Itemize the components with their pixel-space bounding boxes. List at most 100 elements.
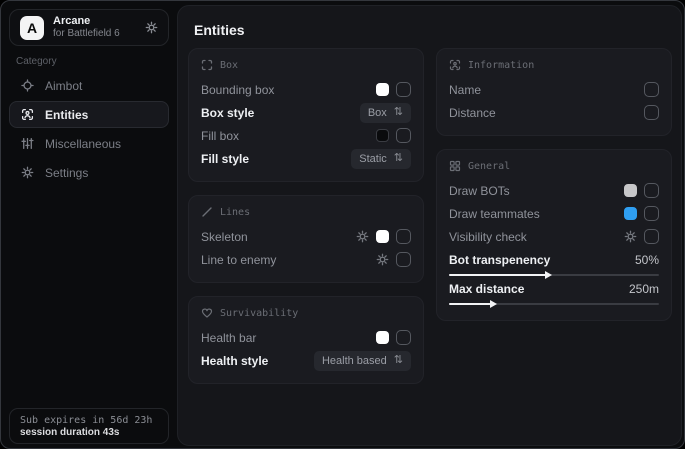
color-swatch[interactable] (376, 83, 389, 96)
checkbox[interactable] (644, 82, 659, 97)
card-header: General (449, 160, 659, 172)
card-lines: Lines Skeleton Line to enemy (188, 195, 424, 283)
app-window: A Arcane for Battlefield 6 Category Aimb… (0, 0, 685, 449)
gear-icon[interactable] (376, 253, 389, 266)
checkbox[interactable] (396, 128, 411, 143)
updown-arrows-icon: ⇅ (394, 355, 403, 366)
row-controls (644, 105, 659, 120)
setting-label: Name (449, 83, 481, 97)
gear-icon (21, 166, 34, 179)
setting-label: Health style (201, 354, 268, 368)
row-controls: Health based ⇅ (314, 351, 411, 371)
setting-label: Draw teammates (449, 207, 540, 221)
setting-label: Visibility check (449, 230, 527, 244)
checkbox[interactable] (396, 229, 411, 244)
heart-icon (201, 307, 213, 319)
row-controls (624, 183, 659, 198)
sidebar-nav: Aimbot Entities Miscellaneous Settings (9, 72, 169, 186)
select-value: Health based (322, 355, 387, 367)
logo-text: Arcane for Battlefield 6 (53, 15, 136, 39)
gear-icon[interactable] (356, 230, 369, 243)
gear-icon[interactable] (624, 230, 637, 243)
setting-label: Distance (449, 106, 496, 120)
setting-row-line-to-enemy: Line to enemy (201, 248, 411, 271)
setting-label: Fill style (201, 152, 249, 166)
updown-arrows-icon: ⇅ (394, 153, 403, 164)
sidebar-item-label: Settings (45, 166, 88, 180)
gear-icon[interactable] (145, 21, 158, 34)
style-select[interactable]: Static ⇅ (351, 149, 411, 169)
setting-row-health-bar: Health bar (201, 326, 411, 349)
checkbox[interactable] (644, 183, 659, 198)
row-controls (624, 229, 659, 244)
checkbox[interactable] (396, 82, 411, 97)
sidebar-item-miscellaneous[interactable]: Miscellaneous (9, 130, 169, 157)
sidebar-item-aimbot[interactable]: Aimbot (9, 72, 169, 99)
settings-column-right: Information Name Distance General Draw BOTs D… (436, 48, 672, 321)
style-select[interactable]: Health based ⇅ (314, 351, 411, 371)
card-header: Lines (201, 206, 411, 218)
checkbox[interactable] (644, 105, 659, 120)
color-swatch[interactable] (376, 331, 389, 344)
app-subtitle: for Battlefield 6 (53, 28, 136, 40)
setting-row-fill-box: Fill box (201, 124, 411, 147)
color-swatch[interactable] (624, 207, 637, 220)
slider-track[interactable] (449, 303, 659, 305)
slider-fill[interactable] (449, 274, 550, 276)
slider-value: 250m (629, 282, 659, 296)
row-controls (644, 82, 659, 97)
setting-row-visibility-check: Visibility check (449, 225, 659, 248)
sidebar-item-settings[interactable]: Settings (9, 159, 169, 186)
setting-row-skeleton: Skeleton (201, 225, 411, 248)
color-swatch[interactable] (376, 230, 389, 243)
sidebar-item-label: Entities (45, 108, 88, 122)
setting-row-box-style: Box style Box⇅ (201, 101, 411, 124)
style-select[interactable]: Box⇅ (360, 103, 411, 123)
row-controls (376, 82, 411, 97)
setting-label: Health bar (201, 331, 256, 345)
setting-row-health-style: Health style Health based ⇅ (201, 349, 411, 372)
card-title: Box (220, 60, 238, 71)
card-header: Survivability (201, 307, 411, 319)
checkbox[interactable] (396, 252, 411, 267)
sidebar-item-label: Aimbot (45, 79, 82, 93)
logo-card: A Arcane for Battlefield 6 (9, 9, 169, 46)
grid-icon (449, 160, 461, 172)
row-controls: Static ⇅ (351, 149, 411, 169)
subscription-info: Sub expires in 56d 23h session duration … (9, 408, 169, 444)
box-icon (201, 59, 213, 71)
slider-fill[interactable] (449, 303, 495, 305)
app-title: Arcane (53, 15, 136, 28)
card-title: Survivability (220, 308, 298, 319)
session-duration-text: session duration 43s (20, 427, 158, 438)
setting-label: Box style (201, 106, 254, 120)
app-avatar: A (20, 16, 44, 40)
slider-max-distance: Max distance250m (449, 280, 659, 305)
setting-row-fill-style: Fill style Static ⇅ (201, 147, 411, 170)
checkbox[interactable] (396, 330, 411, 345)
sidebar-item-entities[interactable]: Entities (9, 101, 169, 128)
sidebar-item-label: Miscellaneous (45, 137, 121, 151)
row-controls (376, 252, 411, 267)
color-swatch[interactable] (624, 184, 637, 197)
card-title: Lines (220, 207, 250, 218)
page-title: Entities (194, 22, 245, 38)
setting-label: Bot transpenency (449, 253, 550, 267)
color-swatch[interactable] (376, 129, 389, 142)
checkbox[interactable] (644, 206, 659, 221)
setting-row-draw-bots: Draw BOTs (449, 179, 659, 202)
select-value: Static (359, 153, 387, 165)
main-panel: Entities BoxBounding boxBox styleBox⇅Fil… (177, 5, 682, 446)
line-icon (201, 206, 213, 218)
setting-label: Fill box (201, 129, 239, 143)
card-box: BoxBounding boxBox styleBox⇅Fill boxFill… (188, 48, 424, 182)
setting-label: Line to enemy (201, 253, 276, 267)
card-title: Information (468, 60, 534, 71)
slider-track[interactable] (449, 274, 659, 276)
slider-header: Bot transpenency50% (449, 251, 659, 268)
setting-label: Draw BOTs (449, 184, 510, 198)
setting-row-name: Name (449, 78, 659, 101)
setting-row-draw-teammates: Draw teammates (449, 202, 659, 225)
category-label: Category (16, 56, 57, 67)
checkbox[interactable] (644, 229, 659, 244)
